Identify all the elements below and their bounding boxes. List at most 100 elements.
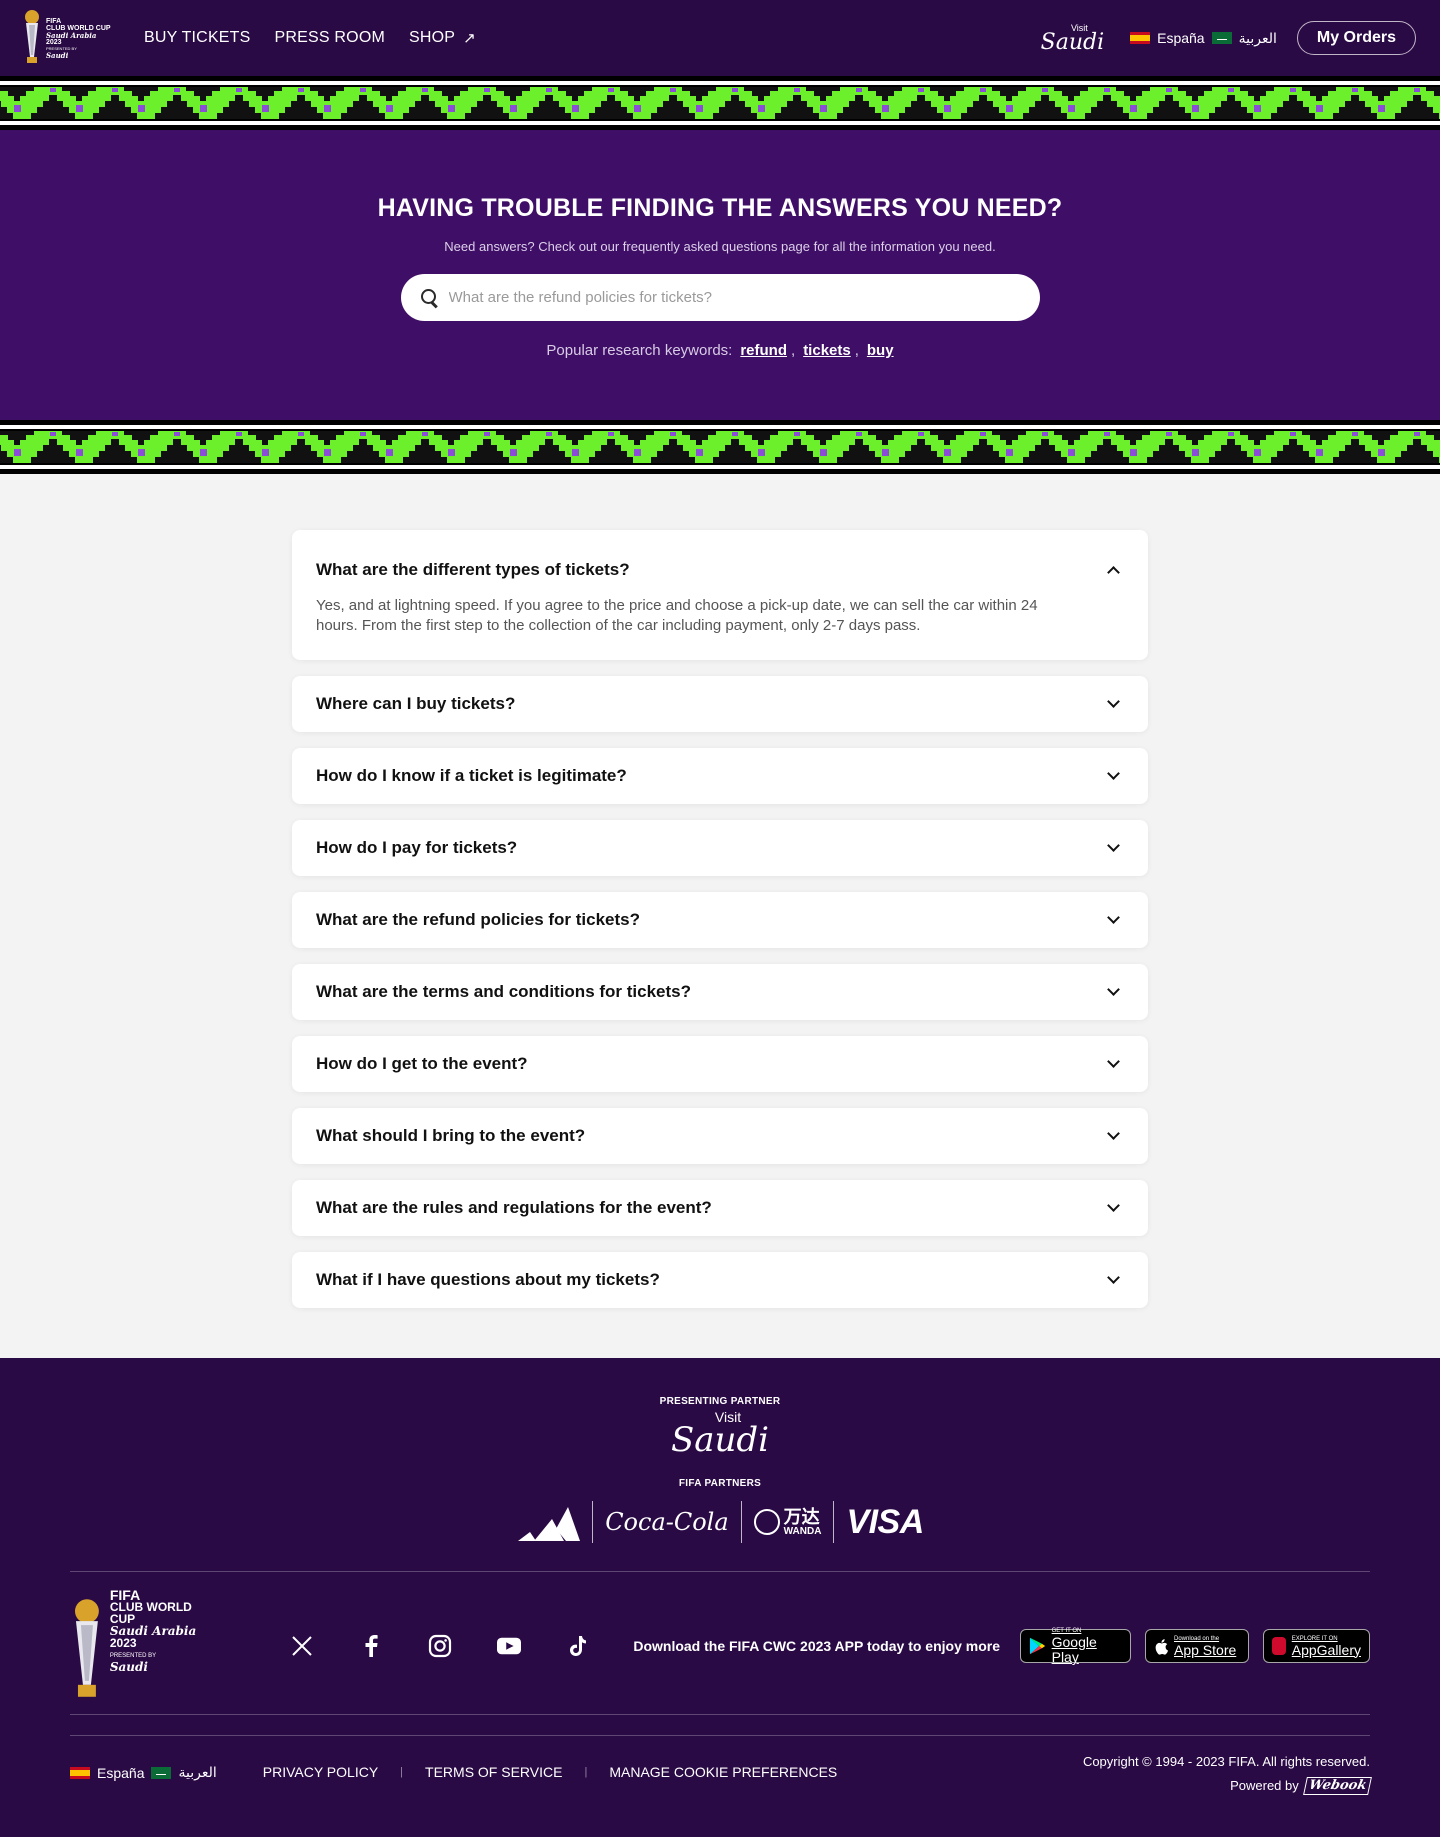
faq-item: How do I get to the event? <box>292 1036 1148 1092</box>
apple-icon <box>1155 1638 1168 1655</box>
main-nav: BUY TICKETS PRESS ROOM SHOP ↗ <box>144 29 476 47</box>
trophy-icon <box>25 10 39 63</box>
chevron-down-icon[interactable] <box>1107 839 1120 852</box>
fifa-partners-label: FIFA PARTNERS <box>678 1478 762 1489</box>
fifa-cwc-logo[interactable]: FIFA CLUB WORLD CUP Saudi Arabia 2023 PR… <box>22 8 124 68</box>
visit-saudi-logo[interactable]: Visit Saudi <box>1040 23 1105 55</box>
top-header: FIFA CLUB WORLD CUP Saudi Arabia 2023 PR… <box>0 0 1440 76</box>
nav-buy-tickets[interactable]: BUY TICKETS <box>144 29 251 47</box>
instagram-icon[interactable] <box>428 1634 452 1658</box>
terms-of-service-link[interactable]: TERMS OF SERVICE <box>425 1764 562 1780</box>
keywords-label: Popular research keywords: <box>546 342 733 359</box>
wanda-logo-text: 万达 WANDA <box>784 1508 822 1537</box>
nav-shop[interactable]: SHOP ↗ <box>409 29 476 47</box>
cookie-preferences-link[interactable]: MANAGE COOKIE PREFERENCES <box>609 1764 837 1780</box>
wanda-latin: WANDA <box>783 1525 822 1537</box>
faq-item: How do I pay for tickets? <box>292 820 1148 876</box>
app-store-badge[interactable]: Download on the App Store <box>1145 1629 1249 1663</box>
faq-question: How do I get to the event? <box>316 1054 528 1073</box>
faq-answer: Yes, and at lightning speed. If you agre… <box>316 597 1038 634</box>
copyright-block: Copyright © 1994 - 2023 FIFA. All rights… <box>1082 1750 1372 1798</box>
site-footer: PRESENTING PARTNER Visit Saudi FIFA PART… <box>0 1358 1440 1837</box>
faq-question-toggle[interactable]: What are the terms and conditions for ti… <box>292 964 1148 1020</box>
faq-question-toggle[interactable]: What should I bring to the event? <box>292 1108 1148 1164</box>
footer-divider <box>70 1571 1370 1572</box>
keyword-refund[interactable]: refund <box>740 342 787 359</box>
cocacola-logo: Coca-Cola <box>605 1508 729 1536</box>
spain-flag-icon[interactable] <box>70 1766 90 1779</box>
nav-press-room[interactable]: PRESS ROOM <box>275 29 385 47</box>
privacy-policy-link[interactable]: PRIVACY POLICY <box>263 1764 378 1780</box>
webook-logo[interactable]: Webook <box>1302 1777 1372 1795</box>
presenting-partner-label: PRESENTING PARTNER <box>659 1396 781 1407</box>
faq-question: How do I know if a ticket is legitimate? <box>316 766 627 785</box>
tiktok-icon[interactable] <box>566 1634 590 1658</box>
faq-question: What are the different types of tickets? <box>316 560 630 579</box>
appgallery-badge[interactable]: EXPLORE IT ON AppGallery <box>1263 1629 1370 1663</box>
chevron-down-icon[interactable] <box>1107 911 1120 924</box>
faq-question-toggle[interactable]: How do I pay for tickets? <box>292 820 1148 876</box>
saudi-flag-icon[interactable] <box>1211 32 1232 44</box>
faq-item: What should I bring to the event? <box>292 1108 1148 1164</box>
footer-middle: FIFA CLUB WORLD CUP Saudi Arabia 2023 PR… <box>70 1586 1370 1706</box>
hero-section: HAVING TROUBLE FINDING THE ANSWERS YOU N… <box>0 130 1440 420</box>
faq-question-toggle[interactable]: What are the rules and regulations for t… <box>292 1180 1148 1236</box>
partner-visa[interactable]: VISA <box>833 1501 935 1543</box>
keyword-tickets[interactable]: tickets <box>803 342 851 359</box>
keyword-separator: , <box>791 342 796 359</box>
google-play-label: Google Play <box>1051 1634 1097 1665</box>
x-icon[interactable] <box>290 1634 314 1658</box>
huawei-icon <box>1272 1637 1286 1655</box>
faq-section: What are the different types of tickets?… <box>0 474 1440 1358</box>
faq-question-toggle[interactable]: What are the different types of tickets? <box>292 530 1148 600</box>
google-play-badge[interactable]: GET IT ON Google Play <box>1020 1628 1131 1665</box>
search-icon[interactable] <box>420 288 439 307</box>
visit-saudi-saudi: Saudi <box>1040 29 1105 55</box>
footer-divider <box>70 1714 1370 1715</box>
search-input[interactable] <box>448 289 1040 306</box>
footer-fifa-cwc-logo[interactable]: FIFA CLUB WORLD CUP Saudi Arabia 2023 PR… <box>70 1588 220 1703</box>
app-download-text: Download the FIFA CWC 2023 APP today to … <box>633 1638 1000 1654</box>
partner-adidas[interactable] <box>504 1501 592 1543</box>
partner-wanda[interactable]: 万达 WANDA <box>740 1501 834 1543</box>
chevron-down-icon[interactable] <box>1107 1127 1120 1140</box>
google-play-icon <box>1029 1637 1046 1655</box>
chevron-down-icon[interactable] <box>1107 1199 1120 1212</box>
footer-logo-text: FIFA CLUB WORLD CUP Saudi Arabia 2023 PR… <box>109 1588 220 1674</box>
partner-cocacola[interactable]: Coca-Cola <box>592 1501 740 1543</box>
footer-lang-espana[interactable]: España <box>97 1765 144 1781</box>
faq-question-toggle[interactable]: What if I have questions about my ticket… <box>292 1252 1148 1308</box>
adidas-logo-icon <box>518 1507 581 1541</box>
search-bar[interactable] <box>400 274 1040 321</box>
faq-question-toggle[interactable]: How do I get to the event? <box>292 1036 1148 1092</box>
keyword-buy[interactable]: buy <box>867 342 894 359</box>
chevron-down-icon[interactable] <box>1107 1055 1120 1068</box>
logo-fifa: FIFA <box>46 17 62 25</box>
chevron-up-icon[interactable] <box>1107 565 1120 579</box>
faq-question-toggle[interactable]: Where can I buy tickets? <box>292 676 1148 732</box>
spain-flag-icon[interactable] <box>1130 32 1151 44</box>
lang-arabic[interactable]: العربية <box>1239 30 1277 47</box>
faq-question: What are the terms and conditions for ti… <box>316 982 692 1001</box>
app-store-badges: GET IT ON Google Play Download on the Ap… <box>1020 1628 1370 1665</box>
footer-lang-arabic[interactable]: العربية <box>178 1764 216 1781</box>
chevron-down-icon[interactable] <box>1107 767 1120 780</box>
chevron-down-icon[interactable] <box>1107 1271 1120 1284</box>
logo-year: 2023 <box>46 38 62 46</box>
lang-espana[interactable]: España <box>1157 30 1204 46</box>
popular-keywords: Popular research keywords: refund, ticke… <box>546 342 893 359</box>
faq-question-toggle[interactable]: How do I know if a ticket is legitimate? <box>292 748 1148 804</box>
faq-item: Where can I buy tickets? <box>292 676 1148 732</box>
facebook-icon[interactable] <box>359 1634 383 1658</box>
faq-question-toggle[interactable]: What are the refund policies for tickets… <box>292 892 1148 948</box>
copyright-text: Copyright © 1994 - 2023 FIFA. All rights… <box>1082 1754 1370 1769</box>
youtube-icon[interactable] <box>497 1634 521 1658</box>
visit-saudi-partner-logo[interactable]: Visit Saudi <box>0 1410 1440 1457</box>
chevron-down-icon[interactable] <box>1107 983 1120 996</box>
footer-logo-saudi: Saudi <box>109 1660 148 1674</box>
my-orders-button[interactable]: My Orders <box>1296 21 1416 55</box>
decorative-pattern-band <box>0 76 1440 130</box>
saudi-flag-icon[interactable] <box>151 1766 172 1779</box>
chevron-down-icon[interactable] <box>1107 695 1120 708</box>
external-link-icon: ↗ <box>463 30 476 47</box>
